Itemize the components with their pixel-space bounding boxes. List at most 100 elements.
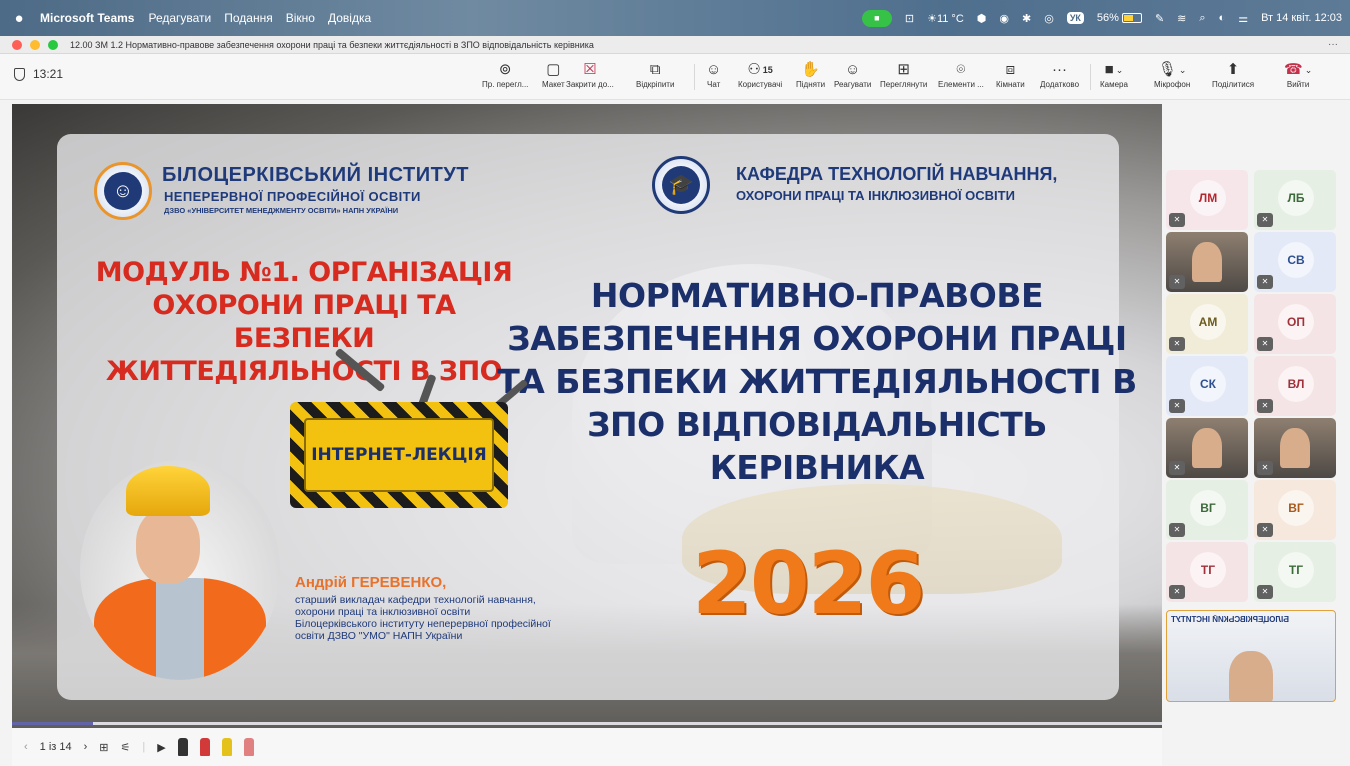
layout-button[interactable]: ▢ Макет	[542, 60, 565, 89]
apps-icon: ⌾	[956, 61, 966, 78]
camera-icon: ■ ⌄	[1105, 60, 1124, 80]
shortcuts-icon[interactable]: ✎	[1155, 12, 1164, 25]
status-icon[interactable]: ◉	[999, 12, 1009, 25]
rooms-button[interactable]: ⧈ Кімнати	[996, 60, 1025, 89]
highlighter-yellow-icon[interactable]	[221, 738, 232, 756]
react-button[interactable]: ☺ Реагувати	[834, 60, 871, 89]
user-icon[interactable]: ◎	[1044, 12, 1054, 25]
menu-help[interactable]: Довідка	[328, 11, 371, 25]
mic-muted-icon: ✕	[1169, 337, 1185, 351]
chevron-down-icon[interactable]: ⌄	[1116, 60, 1124, 80]
pen-red-icon[interactable]	[199, 738, 210, 756]
page-indicator: 1 із 14	[39, 741, 72, 753]
participant-tile[interactable]: СК ✕	[1166, 356, 1248, 416]
chat-icon: ☺	[706, 61, 722, 78]
battery-icon	[1121, 13, 1142, 24]
immersive-view-button[interactable]: ⊚ Пр. перегл...	[482, 60, 528, 89]
minimize-window-button[interactable]	[30, 39, 40, 50]
participant-avatar: ТГ	[1190, 552, 1226, 588]
pointer-icon[interactable]: ▶	[157, 741, 165, 754]
extension-icon[interactable]: ⬢	[977, 12, 987, 25]
mic-muted-icon: ✕	[1257, 399, 1273, 413]
shared-content-stage[interactable]: ☺ БІЛОЦЕРКІВСЬКИЙ ІНСТИТУТ НЕПЕРЕРВНОЇ П…	[12, 104, 1162, 728]
participant-tile[interactable]: СВ ✕	[1254, 232, 1336, 292]
participant-tile[interactable]: ✕	[1254, 418, 1336, 478]
spotlight-icon[interactable]: ⌕	[1199, 12, 1205, 25]
self-view-mirrored-text: БІЛОЦЕРКІВСЬКИЙ ІНСТИТУТ	[1171, 615, 1289, 624]
app-name[interactable]: Microsoft Teams	[40, 11, 134, 25]
participant-tile[interactable]: ТГ ✕	[1166, 542, 1248, 602]
keyboard-layout[interactable]: УК	[1066, 12, 1084, 24]
menu-edit[interactable]: Редагувати	[148, 11, 211, 25]
participant-tile[interactable]: ТГ ✕	[1254, 542, 1336, 602]
control-center-icon[interactable]: ⚌	[1238, 12, 1248, 25]
participant-tile[interactable]: ВГ ✕	[1166, 480, 1248, 540]
emoji-icon: ☺	[845, 61, 861, 78]
button-label: Чат	[707, 80, 721, 89]
grid-view-icon[interactable]: ⊞	[99, 741, 108, 754]
zoom-window-button[interactable]	[48, 39, 58, 50]
participant-tile[interactable]: ВГ ✕	[1254, 480, 1336, 540]
institute-affiliation: ДЗВО «УНІВЕРСИТЕТ МЕНЕДЖМЕНТУ ОСВІТИ» НА…	[164, 206, 399, 215]
window-titlebar: 12.00 ЗМ 1.2 Нормативно-правове забезпеч…	[0, 36, 1350, 54]
apps-button[interactable]: ⌾ Елементи ...	[938, 60, 984, 89]
participant-avatar: ВГ	[1278, 490, 1314, 526]
chat-button[interactable]: ☺ Чат	[706, 60, 721, 89]
leave-button[interactable]: ☎ ⌄ Вийти	[1284, 60, 1312, 89]
bluetooth-icon[interactable]: ✱	[1022, 12, 1031, 25]
menu-window[interactable]: Вікно	[286, 11, 315, 25]
participant-tile[interactable]: ✕	[1166, 232, 1248, 292]
participant-tile[interactable]: ВЛ ✕	[1254, 356, 1336, 416]
apple-icon[interactable]: ●	[12, 10, 26, 27]
stop-sharing-button[interactable]: ☒ Закрити до...	[566, 60, 614, 89]
button-label: Реагувати	[834, 80, 872, 89]
institute-logo: ☺	[94, 162, 152, 220]
chevron-down-icon[interactable]: ⌄	[1305, 60, 1313, 80]
screen-share-icon[interactable]: ⊡	[905, 12, 914, 25]
close-window-button[interactable]	[12, 39, 22, 50]
siri-icon[interactable]: ◐	[1219, 12, 1226, 24]
lecturer-face	[136, 508, 200, 584]
chevron-down-icon[interactable]: ⌄	[1179, 60, 1187, 80]
mic-muted-icon: ✕	[1257, 461, 1273, 475]
institute-name: БІЛОЦЕРКІВСЬКИЙ ІНСТИТУТ	[162, 164, 469, 186]
participant-tile[interactable]: ✕	[1166, 418, 1248, 478]
battery-status[interactable]: 56%	[1097, 12, 1142, 24]
share-button[interactable]: ⬆ Поділитися	[1212, 60, 1254, 89]
view-button[interactable]: ⊞ Переглянути	[880, 60, 927, 89]
weather[interactable]: ☀11 °C	[927, 12, 964, 25]
window-title: 12.00 ЗМ 1.2 Нормативно-правове забезпеч…	[70, 39, 594, 50]
more-options-icon[interactable]: ···	[1328, 39, 1338, 50]
wifi-icon[interactable]: ≋	[1177, 12, 1186, 25]
participant-tile[interactable]: ЛБ ✕	[1254, 170, 1336, 230]
participant-tile[interactable]: АМ ✕	[1166, 294, 1248, 354]
eraser-icon[interactable]	[243, 738, 254, 756]
participant-tile[interactable]: ЛМ ✕	[1166, 170, 1248, 230]
lecturer-role-line: охорони праці та інклюзивної освіти	[295, 606, 471, 618]
microphone-button[interactable]: 🎙 ⌄ Мікрофон	[1154, 60, 1190, 89]
mac-menubar: ● Microsoft Teams Редагувати Подання Вік…	[0, 0, 1350, 36]
pop-out-button[interactable]: ⧉ Відкріпити	[636, 60, 674, 89]
divider	[694, 64, 695, 90]
menu-view[interactable]: Подання	[224, 11, 272, 25]
participants-button[interactable]: ⚇ 15 Користувачі	[738, 60, 782, 89]
sliders-icon[interactable]: ⚟	[121, 741, 131, 754]
camera-in-use-icon[interactable]: ■	[861, 9, 892, 27]
slide-progress-bar	[12, 722, 1162, 725]
people-glyph: ⚇	[747, 61, 761, 78]
camera-button[interactable]: ■ ⌄ Камера	[1100, 60, 1128, 89]
participant-tile[interactable]: ОП ✕	[1254, 294, 1336, 354]
button-label: Додатково	[1040, 80, 1080, 89]
mic-muted-icon: ✕	[1169, 461, 1185, 475]
lecture-badge-sign: ІНТЕРНЕТ-ЛЕКЦІЯ	[290, 402, 508, 508]
raise-hand-button[interactable]: ✋ Підняти	[796, 60, 825, 89]
next-slide-icon[interactable]: ›	[84, 741, 88, 753]
mic-muted-icon: ✕	[1257, 523, 1273, 537]
previous-slide-icon[interactable]: ‹	[24, 741, 28, 753]
clock[interactable]: Вт 14 квіт. 12:03	[1261, 12, 1342, 24]
more-button[interactable]: ··· Додатково	[1040, 60, 1079, 89]
mic-muted-icon: ✕	[1169, 213, 1185, 227]
pen-black-icon[interactable]	[177, 738, 188, 756]
self-view-video[interactable]: БІЛОЦЕРКІВСЬКИЙ ІНСТИТУТ	[1166, 610, 1336, 702]
lecturer-photo	[80, 460, 280, 680]
